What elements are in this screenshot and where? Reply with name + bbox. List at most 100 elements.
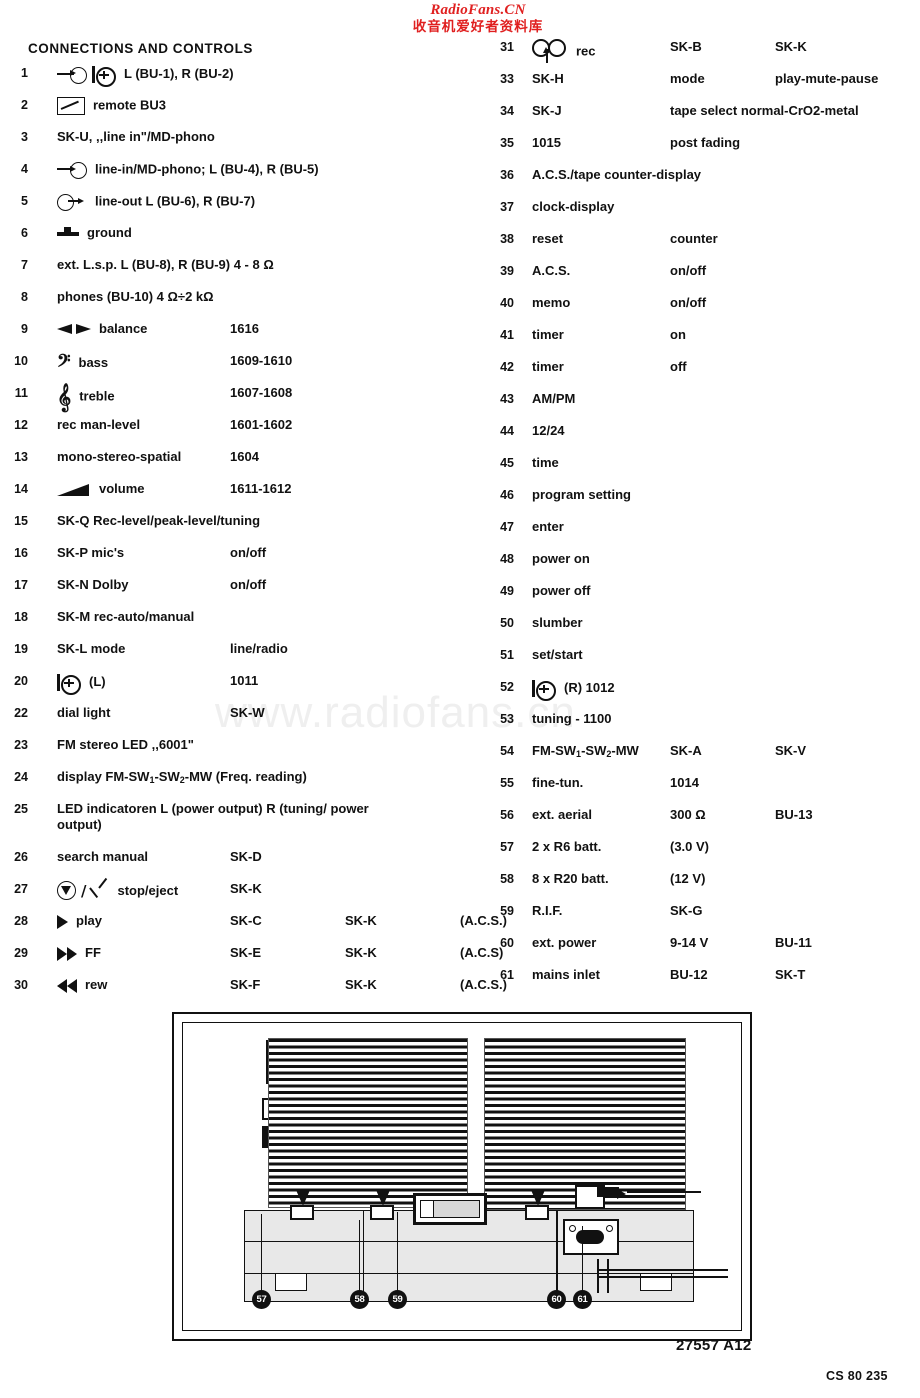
list-item: 19 SK-L mode line/radio bbox=[0, 636, 470, 668]
item-primary-text: 8 x R20 batt. bbox=[532, 871, 609, 886]
item-primary-text: R.I.F. bbox=[532, 903, 563, 918]
item-primary-text: (R) 1012 bbox=[564, 679, 615, 695]
leader-58 bbox=[359, 1220, 361, 1292]
item-primary-text: ext. L.s.p. L (BU-8), R (BU-9) 4 - 8 Ω bbox=[57, 257, 274, 272]
item-primary-label: SK-N Dolby bbox=[57, 577, 129, 592]
item-primary-text: FM-SW1-SW2-MW bbox=[532, 743, 639, 759]
volume-icon bbox=[57, 483, 91, 497]
item-tertiary-label: play-mute-pause bbox=[775, 71, 879, 86]
item-primary-text: rec bbox=[576, 43, 596, 59]
item-primary-label: volume bbox=[57, 481, 145, 497]
service-manual-page: RadioFans.CN 收音机爱好者资料库 www.radiofans.cn … bbox=[0, 0, 920, 1398]
item-number: 12 bbox=[14, 418, 28, 432]
bass-clef-icon: 𝄢 bbox=[57, 351, 71, 375]
list-item: 30 rew SK-F SK-K (A.C.S.) bbox=[0, 972, 507, 1004]
item-number: 37 bbox=[500, 200, 514, 214]
item-primary-text: ground bbox=[87, 225, 132, 240]
item-number: 2 bbox=[21, 98, 28, 112]
eject-icon bbox=[89, 877, 109, 900]
item-number: 18 bbox=[14, 610, 28, 624]
item-primary-text: timer bbox=[532, 327, 564, 342]
item-primary-label: power on bbox=[532, 551, 590, 566]
item-number: 41 bbox=[500, 328, 514, 342]
item-secondary-label: on bbox=[670, 327, 686, 342]
item-tertiary-label: SK-K bbox=[345, 913, 377, 928]
item-tertiary-label: SK-K bbox=[345, 977, 377, 992]
line-out-icon bbox=[57, 193, 87, 211]
list-item: 52 (R) 1012 bbox=[470, 674, 920, 706]
list-item: 14 volume 1611-1612 bbox=[0, 476, 470, 508]
list-item: 40 memo on/off bbox=[470, 290, 920, 322]
rear-panel-diagram: 57 58 59 60 61 bbox=[172, 1012, 752, 1341]
item-number: 42 bbox=[500, 360, 514, 374]
battery-clip-3 bbox=[525, 1205, 549, 1220]
list-item: 36 A.C.S./tape counter-display bbox=[470, 162, 920, 194]
list-item: 16 SK-P mic's on/off bbox=[0, 540, 470, 572]
item-number: 46 bbox=[500, 488, 514, 502]
item-primary-label: dial light bbox=[57, 705, 110, 720]
item-primary-label: mono-stereo-spatial bbox=[57, 449, 181, 464]
item-primary-text: balance bbox=[99, 321, 148, 336]
stop-icon bbox=[57, 881, 78, 902]
item-primary-text: search manual bbox=[57, 849, 149, 864]
item-primary-label: rec man-level bbox=[57, 417, 140, 432]
item-number: 3 bbox=[21, 130, 28, 144]
item-primary-text: stop/eject bbox=[117, 882, 179, 898]
item-number: 16 bbox=[14, 546, 28, 560]
rif-slot-left-block bbox=[420, 1200, 434, 1218]
item-primary-label: rew bbox=[57, 977, 107, 993]
item-number: 27 bbox=[14, 882, 28, 896]
item-primary-label: 12/24 bbox=[532, 423, 565, 438]
speaker-grille-left bbox=[268, 1038, 468, 1208]
item-primary-label: R.I.F. bbox=[532, 903, 562, 918]
item-primary-label: LED indicatoren L (power output) R (tuni… bbox=[57, 801, 387, 833]
item-number: 47 bbox=[500, 520, 514, 534]
item-primary-text: volume bbox=[99, 481, 145, 496]
item-primary-label: remote BU3 bbox=[57, 97, 166, 115]
item-primary-label: mains inlet bbox=[532, 967, 600, 982]
list-item: 7 ext. L.s.p. L (BU-8), R (BU-9) 4 - 8 Ω bbox=[0, 252, 470, 284]
item-number: 34 bbox=[500, 104, 514, 118]
item-primary-label: SK-J bbox=[532, 103, 562, 118]
leader-59 bbox=[397, 1212, 399, 1292]
item-primary-label: FF bbox=[57, 945, 101, 961]
item-primary-text: line-out L (BU-6), R (BU-7) bbox=[95, 193, 256, 209]
item-primary-text: rec man-level bbox=[57, 417, 141, 432]
list-item: 47 enter bbox=[470, 514, 920, 546]
item-primary-label: 𝄞 treble bbox=[57, 385, 115, 409]
list-item: 12 rec man-level 1601-1602 bbox=[0, 412, 470, 444]
item-secondary-label: on/off bbox=[670, 263, 707, 278]
item-secondary-label: 1014 bbox=[670, 775, 699, 790]
balance-icon bbox=[57, 323, 91, 337]
item-primary-text: power off bbox=[532, 583, 591, 598]
list-item: 23 FM stereo LED ,,6001" bbox=[0, 732, 470, 764]
item-primary-label: SK-L mode bbox=[57, 641, 125, 656]
mains-cord-tail bbox=[598, 1269, 728, 1271]
sheet-number: CS 80 235 bbox=[826, 1369, 888, 1383]
item-primary-label: fine-tun. bbox=[532, 775, 583, 790]
item-primary-text: SK-N Dolby bbox=[57, 577, 129, 592]
item-primary-label: search manual bbox=[57, 849, 148, 864]
screw-arrow-3 bbox=[531, 1190, 545, 1206]
item-number: 17 bbox=[14, 578, 28, 592]
item-primary-label: A.C.S./tape counter-display bbox=[532, 167, 701, 182]
callout-58: 58 bbox=[350, 1290, 369, 1309]
item-number: 10 bbox=[14, 354, 28, 368]
item-number: 31 bbox=[500, 40, 514, 54]
item-secondary-label: post fading bbox=[670, 135, 741, 150]
list-item: 15 SK-Q Rec-level/peak-level/tuning bbox=[0, 508, 470, 540]
item-number: 1 bbox=[21, 66, 28, 80]
item-primary-text: power on bbox=[532, 551, 590, 566]
item-primary-label: ext. L.s.p. L (BU-8), R (BU-9) 4 - 8 Ω bbox=[57, 257, 274, 272]
mains-screw-left bbox=[569, 1225, 576, 1232]
item-number: 45 bbox=[500, 456, 514, 470]
list-item: 60 ext. power 9-14 V BU-11 bbox=[470, 930, 920, 962]
list-item: 37 clock-display bbox=[470, 194, 920, 226]
microphone-icon bbox=[532, 679, 556, 701]
remote-socket-icon bbox=[57, 97, 85, 115]
item-secondary-label: tape select normal-CrO2-metal bbox=[670, 103, 859, 118]
item-secondary-label: line/radio bbox=[230, 641, 288, 656]
list-item: 20 (L) 1011 bbox=[0, 668, 470, 700]
item-primary-label: tuning - 1100 bbox=[532, 711, 611, 726]
list-item: 35 1015 post fading bbox=[470, 130, 920, 162]
